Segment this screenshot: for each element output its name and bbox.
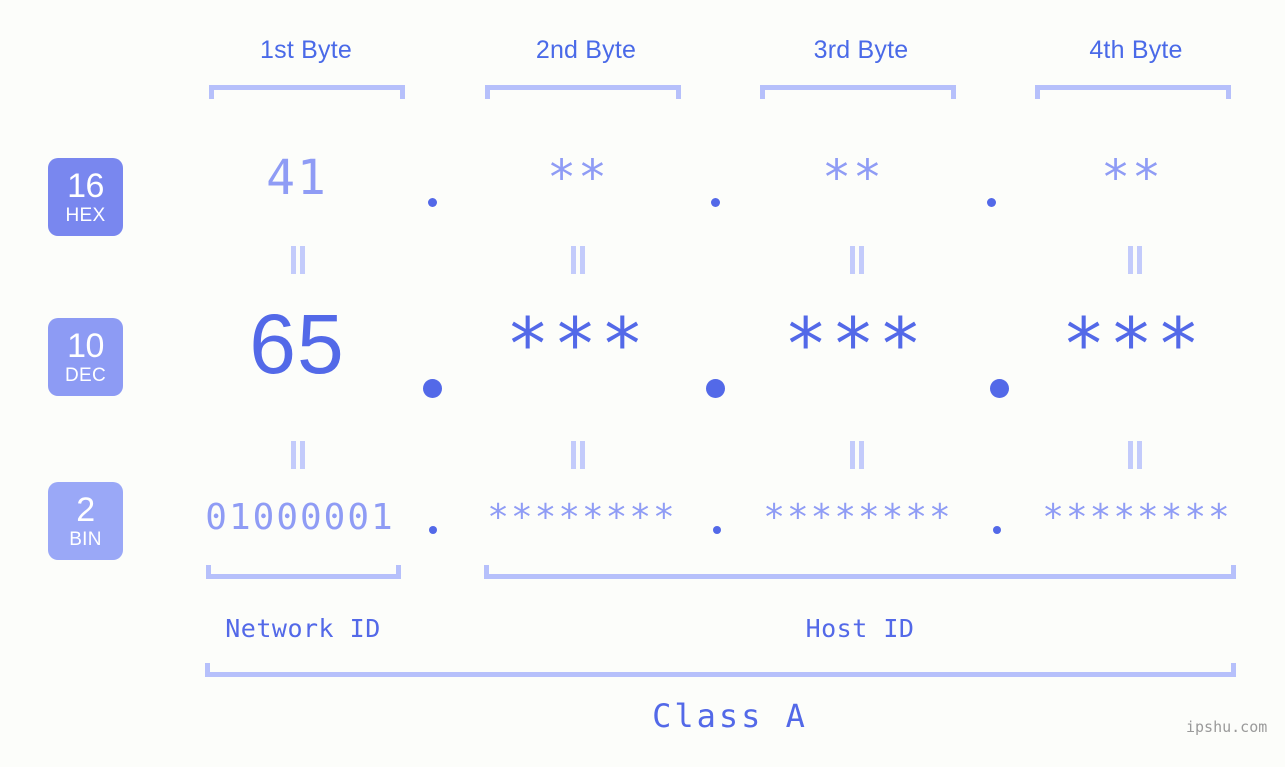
dec-separator-dot-3 bbox=[990, 379, 1009, 398]
watermark: ipshu.com bbox=[1186, 718, 1268, 736]
hex-byte-4: ** bbox=[1101, 150, 1163, 206]
dec-byte-3: *** bbox=[783, 302, 927, 386]
base-badge-hex-name: HEX bbox=[65, 205, 106, 226]
hex-separator-dot-2 bbox=[711, 198, 720, 207]
class-label: Class A bbox=[652, 697, 808, 735]
byte-bracket-top-1 bbox=[209, 85, 405, 99]
equals-icon-hex-dec-1 bbox=[289, 246, 307, 274]
byte-bracket-top-4 bbox=[1035, 85, 1231, 99]
equals-icon-dec-bin-3 bbox=[848, 441, 866, 469]
byte-header-1: 1st Byte bbox=[260, 36, 352, 64]
equals-icon-dec-bin-4 bbox=[1126, 441, 1144, 469]
base-badge-dec-number: 10 bbox=[67, 327, 104, 365]
hex-separator-dot-3 bbox=[987, 198, 996, 207]
byte-header-4: 4th Byte bbox=[1089, 36, 1183, 64]
dec-separator-dot-2 bbox=[706, 379, 725, 398]
base-badge-hex-number: 16 bbox=[67, 167, 104, 205]
bin-byte-1: 01000001 bbox=[205, 497, 395, 538]
class-bracket bbox=[205, 663, 1236, 677]
bin-separator-dot-2 bbox=[713, 526, 721, 534]
equals-icon-hex-dec-3 bbox=[848, 246, 866, 274]
dec-byte-1: 65 bbox=[249, 297, 345, 391]
byte-header-3: 3rd Byte bbox=[813, 36, 909, 64]
base-badge-bin-number: 2 bbox=[76, 491, 95, 529]
byte-header-2: 2nd Byte bbox=[535, 36, 637, 64]
equals-icon-hex-dec-2 bbox=[569, 246, 587, 274]
host-id-bracket bbox=[484, 565, 1236, 579]
ip-address-diagram: 1st Byte 2nd Byte 3rd Byte 4th Byte 16 H… bbox=[0, 0, 1285, 767]
base-badge-hex: 16 HEX bbox=[48, 158, 123, 236]
dec-separator-dot-1 bbox=[423, 379, 442, 398]
host-id-label: Host ID bbox=[805, 614, 915, 643]
dec-byte-2: *** bbox=[505, 302, 649, 386]
bin-separator-dot-3 bbox=[993, 526, 1001, 534]
hex-byte-3: ** bbox=[822, 150, 884, 206]
network-id-bracket bbox=[206, 565, 401, 579]
equals-icon-hex-dec-4 bbox=[1126, 246, 1144, 274]
base-badge-bin-name: BIN bbox=[69, 529, 102, 550]
network-id-label: Network ID bbox=[225, 614, 381, 643]
base-badge-dec: 10 DEC bbox=[48, 318, 123, 396]
dec-byte-4: *** bbox=[1061, 302, 1205, 386]
hex-byte-2: ** bbox=[547, 150, 609, 206]
bin-separator-dot-1 bbox=[429, 526, 437, 534]
base-badge-bin: 2 BIN bbox=[48, 482, 123, 560]
byte-bracket-top-3 bbox=[760, 85, 956, 99]
bin-byte-2: ******** bbox=[487, 497, 677, 538]
byte-bracket-top-2 bbox=[485, 85, 681, 99]
bin-byte-3: ******** bbox=[763, 497, 953, 538]
equals-icon-dec-bin-1 bbox=[289, 441, 307, 469]
hex-byte-1: 41 bbox=[266, 150, 328, 206]
bin-byte-4: ******** bbox=[1042, 497, 1232, 538]
base-badge-dec-name: DEC bbox=[64, 365, 106, 386]
equals-icon-dec-bin-2 bbox=[569, 441, 587, 469]
hex-separator-dot-1 bbox=[428, 198, 437, 207]
